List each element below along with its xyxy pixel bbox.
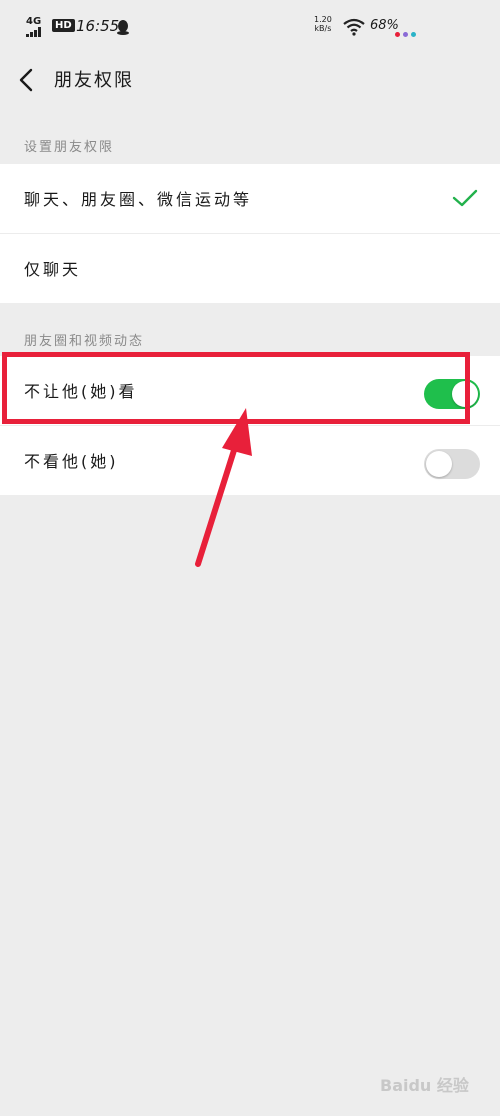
moments-settings: 不让他(她)看 不看他(她): [0, 356, 500, 495]
page-title: 朋友权限: [54, 70, 134, 91]
permission-option-all[interactable]: 聊天、朋友圈、微信运动等: [0, 164, 500, 234]
wifi-icon: [343, 18, 365, 36]
notification-dot: [411, 32, 416, 37]
net-speed-unit: kB/s: [314, 24, 332, 33]
net-speed: 1.20 kB/s: [314, 15, 332, 33]
qq-icon: [117, 20, 129, 35]
hide-my-posts-toggle[interactable]: [424, 379, 480, 409]
network-type: 4G: [26, 16, 42, 27]
signal-icon: [26, 27, 44, 37]
hd-badge: HD: [52, 19, 75, 32]
option-label: 聊天、朋友圈、微信运动等: [24, 190, 253, 209]
permission-option-chat-only[interactable]: 仅聊天: [0, 234, 500, 303]
permission-options: 聊天、朋友圈、微信运动等 仅聊天: [0, 164, 500, 303]
nav-bar: 朋友权限: [0, 56, 500, 108]
section-label-moments: 朋友圈和视频动态: [24, 334, 145, 349]
toggle-knob: [452, 381, 478, 407]
net-speed-value: 1.20: [314, 15, 332, 24]
status-bar: 4G HD 16:55 1.20 kB/s 68%: [0, 0, 500, 56]
hide-their-posts-toggle[interactable]: [424, 449, 480, 479]
hide-their-posts-row[interactable]: 不看他(她): [0, 426, 500, 495]
notification-dot: [395, 32, 400, 37]
chevron-left-icon[interactable]: [14, 66, 38, 94]
toggle-label: 不让他(她)看: [24, 382, 138, 401]
notification-dots: [395, 25, 419, 41]
clock: 16:55: [76, 17, 120, 35]
notification-dot: [403, 32, 408, 37]
toggle-label: 不看他(她): [24, 452, 119, 471]
option-label: 仅聊天: [24, 260, 82, 279]
section-label-permissions: 设置朋友权限: [24, 140, 115, 155]
watermark: Baidu 经验: [380, 1076, 469, 1095]
toggle-knob: [426, 451, 452, 477]
checkmark-icon: [452, 189, 478, 207]
hide-my-posts-row[interactable]: 不让他(她)看: [0, 356, 500, 426]
